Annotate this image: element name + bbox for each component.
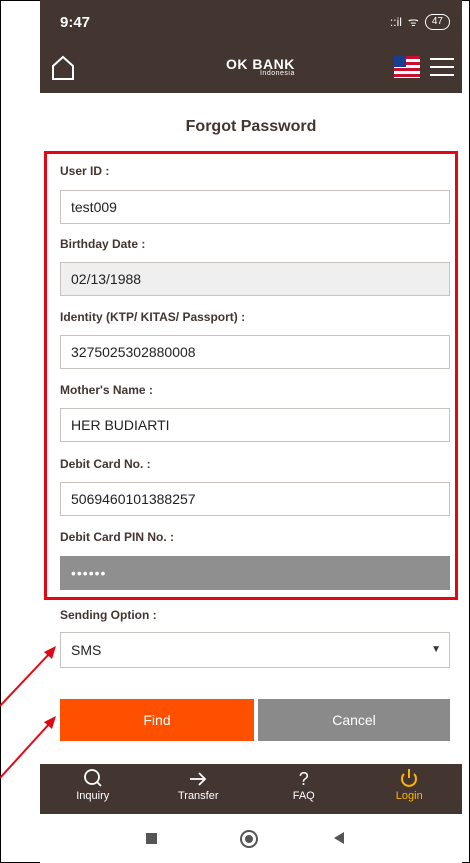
status-icons: ::il ᯤ 47 [390, 13, 450, 30]
dropdown-caret-icon: ▼ [431, 644, 441, 655]
identity-label: Identity (KTP/ KITAS/ Passport) : [60, 310, 246, 324]
bottom-tab-bar: Inquiry Transfer ? FAQ Login [40, 764, 462, 814]
tab-label: Transfer [177, 790, 219, 802]
status-time: 9:47 [60, 14, 91, 31]
user-id-input[interactable]: test009 [60, 190, 450, 224]
hamburger-menu-icon[interactable] [430, 56, 454, 78]
phone-screen: 9:47 ::il ᯤ 47 OK BANK Indonesia Forgot … [40, 0, 462, 863]
mother-name-label: Mother's Name : [60, 383, 153, 397]
android-nav-bar [40, 814, 462, 863]
sending-option-label: Sending Option : [60, 608, 157, 622]
recent-apps-icon[interactable] [146, 833, 157, 844]
tab-inquiry[interactable]: Inquiry [40, 764, 146, 814]
tab-faq[interactable]: ? FAQ [251, 764, 357, 814]
app-header: OK BANK Indonesia [40, 44, 462, 93]
birthday-input[interactable]: 02/13/1988 [60, 262, 450, 296]
wifi-icon: ᯤ [407, 15, 419, 29]
debit-card-input[interactable]: 5069460101388257 [60, 482, 450, 516]
tab-label: Inquiry [76, 790, 110, 802]
us-flag-icon[interactable] [394, 56, 420, 78]
home-circle-icon[interactable] [240, 830, 258, 848]
back-icon[interactable] [334, 832, 344, 844]
power-icon [401, 769, 418, 787]
battery-icon: 47 [424, 13, 450, 30]
cancel-button[interactable]: Cancel [258, 699, 450, 741]
birthday-label: Birthday Date : [60, 237, 146, 251]
identity-input[interactable]: 3275025302880008 [60, 335, 450, 369]
page-title: Forgot Password [185, 118, 317, 135]
pin-input[interactable]: •••••• [60, 556, 450, 590]
tab-login[interactable]: Login [357, 764, 463, 814]
pin-label: Debit Card PIN No. : [60, 530, 175, 544]
search-icon [83, 769, 102, 787]
question-icon: ? [298, 769, 309, 789]
status-bar: 9:47 ::il ᯤ 47 [40, 0, 462, 44]
debit-card-label: Debit Card No. : [60, 457, 151, 471]
signal-icon: ::il [389, 14, 402, 29]
sending-option-value: SMS [71, 642, 102, 658]
mother-name-input[interactable]: HER BUDIARTI [60, 408, 450, 442]
tab-label: Login [395, 790, 423, 802]
bank-logo: OK BANK Indonesia [226, 56, 295, 77]
home-icon[interactable] [50, 54, 76, 82]
find-button[interactable]: Find [60, 699, 254, 741]
transfer-icon [190, 772, 207, 786]
sending-option-select[interactable]: SMS ▼ [60, 632, 450, 668]
tab-label: FAQ [292, 790, 315, 802]
user-id-label: User ID : [60, 164, 110, 178]
tab-transfer[interactable]: Transfer [146, 764, 252, 814]
